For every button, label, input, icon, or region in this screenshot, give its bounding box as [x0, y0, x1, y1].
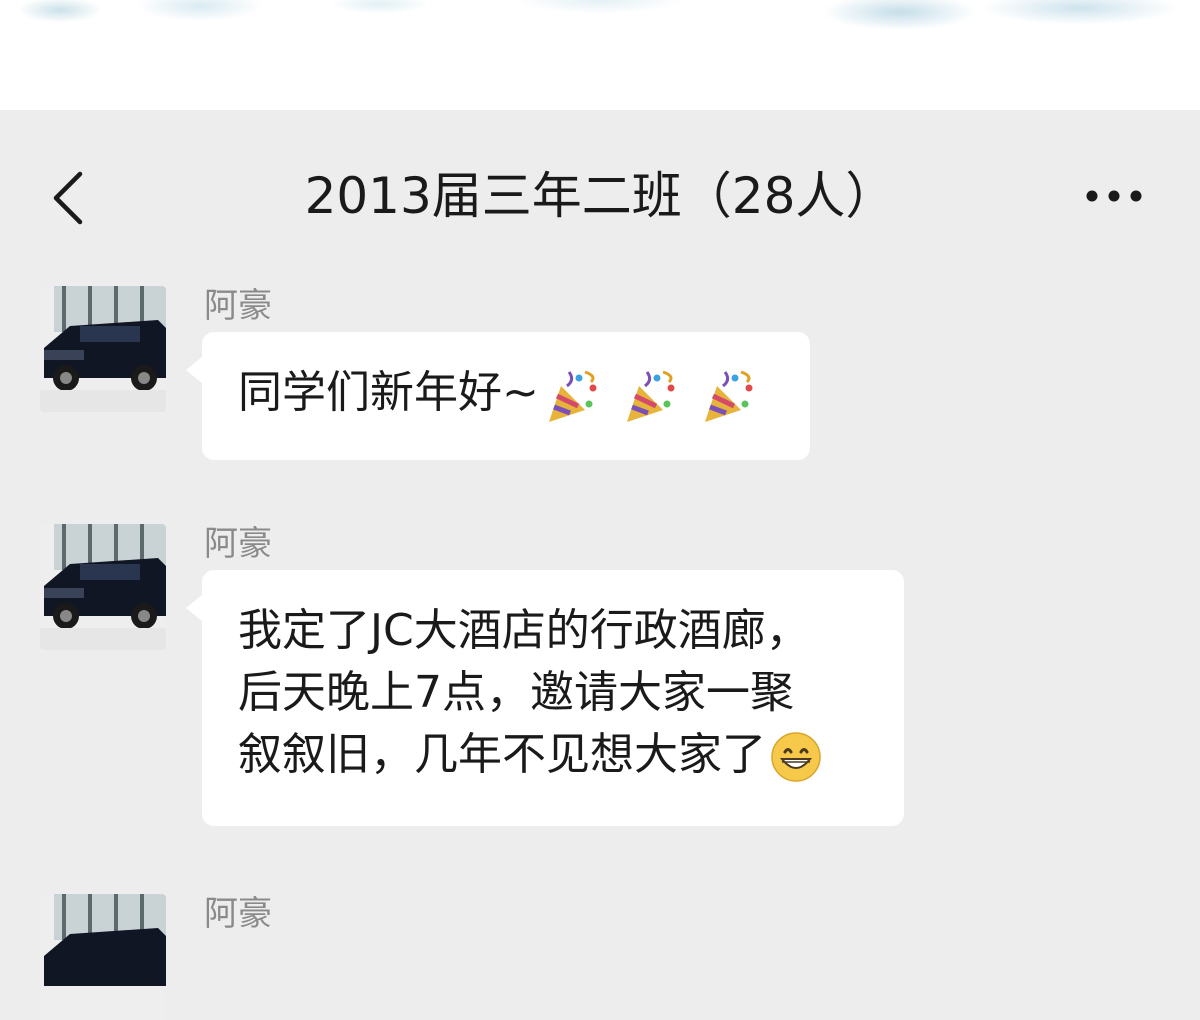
avatar[interactable]: [40, 524, 166, 650]
message-text: 同学们新年好~: [238, 367, 539, 418]
party-popper-emoji: [704, 370, 753, 422]
sender-name: 阿豪: [204, 894, 272, 934]
chat-title: 2013届三年二班（28人）: [304, 167, 896, 225]
message-bubble[interactable]: 同学们新年好~: [186, 332, 810, 460]
message-line: 后天晚上7点，邀请大家一聚: [238, 667, 794, 718]
party-popper-emoji: [548, 370, 597, 422]
message-bubble[interactable]: 我定了JC大酒店的行政酒廊， 后天晚上7点，邀请大家一聚 叙叙旧，几年不见想大家…: [186, 570, 904, 826]
sender-name: 阿豪: [204, 286, 272, 326]
top-banner: [0, 0, 1200, 110]
message-line-with-emoji: 叙叙旧，几年不见想大家了: [238, 724, 868, 786]
grinning-face-emoji: [771, 732, 821, 782]
car-photo-avatar: [40, 894, 166, 1020]
sender-name: 阿豪: [204, 524, 272, 564]
party-popper-emoji: [626, 370, 675, 422]
emoji-row: [539, 364, 759, 426]
avatar[interactable]: [40, 894, 166, 1020]
message-line: 我定了JC大酒店的行政酒廊，: [238, 605, 810, 656]
car-photo-avatar: [40, 286, 166, 412]
car-photo-avatar: [40, 524, 166, 650]
message-line: 叙叙旧，几年不见想大家了: [238, 729, 766, 780]
frost-decoration: [0, 0, 1200, 45]
more-dots-icon[interactable]: [1082, 186, 1146, 206]
avatar[interactable]: [40, 286, 166, 412]
